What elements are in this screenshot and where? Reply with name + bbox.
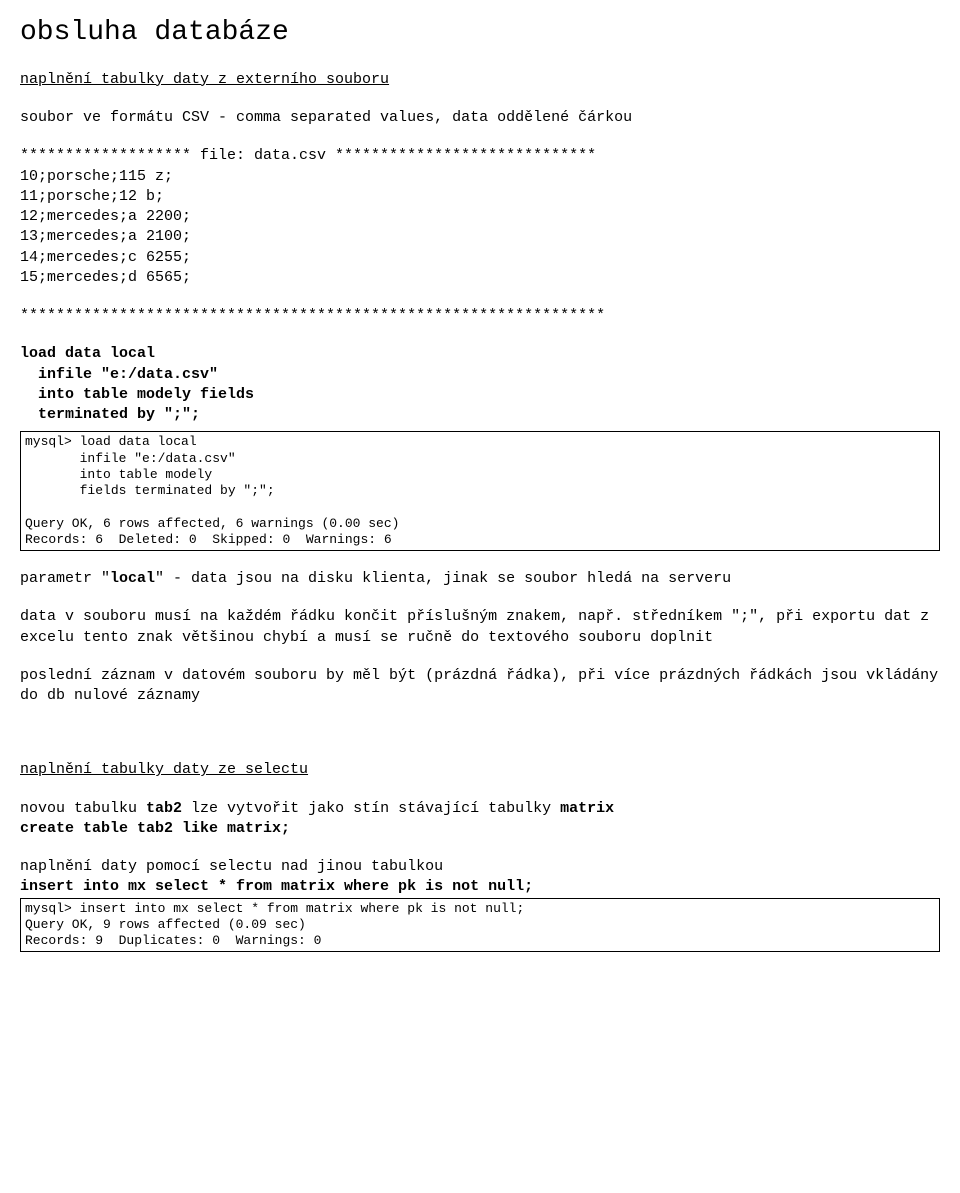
local-para-pre: parametr " — [20, 570, 110, 587]
tab2-paragraph: novou tabulku tab2 lze vytvořit jako stí… — [20, 799, 940, 819]
tab2-pre: novou tabulku — [20, 800, 146, 817]
tab2-mid: lze vytvořit jako stín stávající tabulky — [182, 800, 560, 817]
paragraph-2: data v souboru musí na každém řádku konč… — [20, 607, 940, 648]
mysql-output-box-2: mysql> insert into mx select * from matr… — [20, 898, 940, 953]
local-keyword: local — [110, 570, 155, 587]
csv-content: 10;porsche;115 z; 11;porsche;12 b; 12;me… — [20, 167, 940, 289]
mysql-output-box-1: mysql> load data local infile "e:/data.c… — [20, 431, 940, 551]
separator-line: ****************************************… — [20, 306, 940, 326]
select-intro: naplnění daty pomocí selectu nad jinou t… — [20, 857, 940, 877]
insert-command: insert into mx select * from matrix wher… — [20, 877, 940, 897]
paragraph-3: poslední záznam v datovém souboru by měl… — [20, 666, 940, 707]
csv-intro: soubor ve formátu CSV - comma separated … — [20, 108, 940, 128]
local-param-paragraph: parametr "local" - data jsou na disku kl… — [20, 569, 940, 589]
create-table-command: create table tab2 like matrix; — [20, 819, 940, 839]
page-title: obsluha databáze — [20, 14, 940, 52]
local-para-post: " - data jsou na disku klienta, jinak se… — [155, 570, 731, 587]
load-data-command: load data local infile "e:/data.csv" int… — [20, 344, 940, 425]
section-heading-1: naplnění tabulky daty z externího soubor… — [20, 70, 940, 90]
tab2-bold-1: tab2 — [146, 800, 182, 817]
file-header-line: ******************* file: data.csv *****… — [20, 146, 940, 166]
tab2-bold-2: matrix — [560, 800, 614, 817]
section-heading-2: naplnění tabulky daty ze selectu — [20, 760, 940, 780]
